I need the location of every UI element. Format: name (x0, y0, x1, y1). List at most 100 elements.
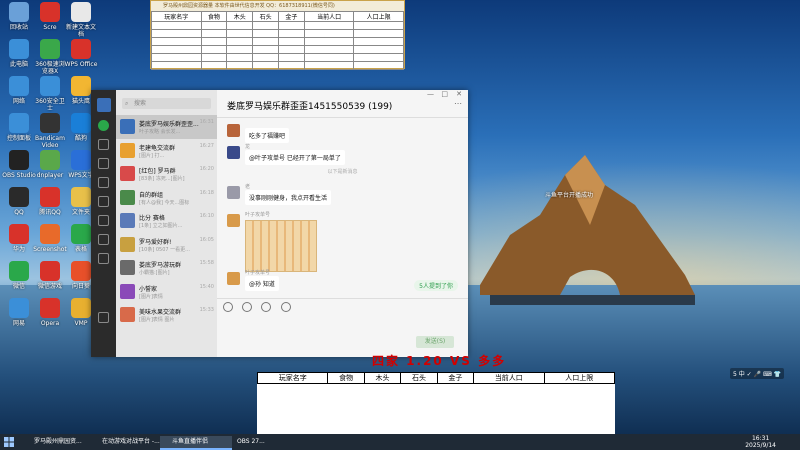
taskbar-app[interactable]: 在动游戏对战平台 -... (90, 436, 168, 448)
table-cell (353, 61, 404, 70)
avatar[interactable] (96, 98, 111, 112)
clock[interactable]: 16:31 2025/9/14 (745, 435, 776, 449)
desktop-icon[interactable]: QQ (2, 187, 36, 216)
star-icon[interactable] (98, 158, 109, 169)
minimize-icon[interactable]: — (427, 90, 434, 98)
desktop-icon[interactable]: 回收站 (2, 2, 36, 31)
avatar (120, 213, 135, 228)
gear-icon[interactable] (98, 234, 109, 245)
table-cell (226, 61, 254, 70)
desktop-icon[interactable]: 控制面板 (2, 113, 36, 142)
message-bubble: @孙 知道 (245, 276, 279, 291)
apps-icon[interactable] (98, 253, 109, 264)
conversation-time: 15:58 (199, 260, 214, 266)
message-input[interactable] (217, 313, 468, 357)
conversation-item[interactable]: 自的群组 [有人@我] 今天...图标 16:18 (116, 186, 217, 210)
desktop-icon[interactable]: Screenshot (33, 224, 67, 253)
folder-icon[interactable] (242, 302, 253, 312)
mention-tag[interactable]: 5人提到了你 (414, 280, 458, 291)
avatar[interactable] (227, 214, 240, 227)
desktop-icon[interactable]: dnplayer (33, 150, 67, 179)
desktop-icon[interactable]: Scre (33, 2, 67, 31)
conversation-item[interactable]: 老建龟交流群 [图片] 打... 16:27 (116, 139, 217, 163)
qq-icon (9, 187, 29, 207)
desktop-icon[interactable]: 微信 (2, 261, 36, 290)
desktop-icon[interactable]: WPS Office (64, 39, 98, 68)
taskbar-app[interactable]: 罗马殿州鼎园资... (22, 436, 98, 448)
avatar[interactable] (227, 124, 240, 137)
desktop-icon[interactable]: 网易 (2, 298, 36, 327)
table-cell (151, 21, 202, 30)
table-cell (303, 29, 355, 38)
resource-window-bottom[interactable]: 玩家名字 食物 木头 石头 金子 当前人口 人口上限 (256, 372, 616, 434)
messages-icon[interactable] (98, 120, 109, 131)
desktop-icon[interactable]: OBS Studio (2, 150, 36, 179)
conversation-name: 比分 赛格 (139, 215, 165, 222)
desktop-icon-label: QQ (14, 209, 24, 216)
conversation-preview: [有人@我] 今天...图标 (139, 199, 190, 206)
send-button[interactable]: 发送(S) (416, 336, 454, 348)
message-image[interactable] (245, 220, 317, 272)
conversation-preview: 小霸猫:[图片] (139, 270, 170, 276)
desktop-icon[interactable]: Opera (33, 298, 67, 327)
desktop-icon[interactable]: 360极速浏览器X (33, 39, 67, 75)
resource-window-top[interactable]: 罗马殿州鼎园资源器量 本软件由世代信息开发 QQ：6187318911(微信号同… (150, 0, 405, 70)
conversation-item[interactable]: 罗马爱好群! [10条] 0507 一看更... 16:05 (116, 233, 217, 257)
conversation-item[interactable]: 比分 赛格 [1条] 立之如图片... 16:10 (116, 209, 217, 233)
ime-toolbar[interactable]: 5 中 ✓ 🎤 ⌨ 👕 (730, 368, 784, 379)
avatar[interactable] (227, 146, 240, 159)
table-cell (303, 21, 355, 30)
windows-start-icon[interactable] (4, 437, 14, 447)
desktop-icon-label: 此电脑 (9, 61, 28, 68)
cube-icon[interactable] (98, 196, 109, 207)
desktop-icon[interactable]: 网络 (2, 76, 36, 105)
avatar[interactable] (227, 186, 240, 199)
sender-name: 叶子攻单号 (245, 212, 271, 218)
sender-name: 龙 (245, 144, 251, 150)
conversation-item[interactable]: 娄底罗马娱乐群歪歪... 叶子攻略 会长发... 16:31 (116, 115, 217, 139)
search-input[interactable]: ⌕ 搜索 (122, 98, 211, 109)
table-row (151, 61, 404, 70)
avatar[interactable] (227, 272, 240, 285)
table-cell (226, 29, 254, 38)
table-row (151, 29, 404, 38)
desktop-icon[interactable]: 微信游戏 (33, 261, 67, 290)
conversation-item[interactable]: [红包] 罗马群 [83条] 冻死...[图片] 16:20 (116, 162, 217, 186)
folder-icon[interactable] (98, 177, 109, 188)
conversation-name: 自的群组 (139, 191, 164, 199)
maximize-icon[interactable]: □ (441, 90, 448, 98)
tencent-icon (40, 187, 60, 207)
conversation-preview: 叶子攻略 会长发... (139, 129, 181, 135)
contacts-icon[interactable] (98, 139, 109, 150)
desktop-icon-label: 回收站 (9, 24, 28, 31)
scissors-icon[interactable] (261, 302, 272, 312)
emoji-icon[interactable] (223, 302, 233, 312)
folder-icon (71, 187, 91, 207)
conversation-item[interactable]: 小誓家 [图片]表情 15:40 (116, 280, 217, 304)
conversation-name: [红包] 罗马群 (139, 168, 176, 175)
taskbar-app[interactable]: OBS 27... (225, 436, 277, 448)
game-icon[interactable] (98, 215, 109, 226)
desktop-icon[interactable]: 此电脑 (2, 39, 36, 68)
conversation-time: 16:18 (199, 189, 214, 196)
conversation-item[interactable]: 娄底罗马游玩群 小霸猫:[图片] 15:58 (116, 256, 217, 280)
desktop-icon[interactable]: 华为 (2, 224, 36, 253)
menu-icon[interactable] (98, 312, 109, 323)
conversation-name: 小誓家 (139, 285, 158, 293)
desktop-icon[interactable]: Bandicam Video (33, 113, 67, 149)
table-cell (200, 61, 228, 70)
chat-bubble-icon[interactable] (280, 302, 291, 312)
close-icon[interactable]: ✕ (456, 90, 462, 98)
taskbar: 罗马殿州鼎园资... 在动游戏对战平台 -... 斗鱼直播伴侣 OBS 27... 1… (0, 434, 800, 450)
desktop-icon[interactable]: 腾讯QQ (33, 187, 67, 216)
qq-chat-window[interactable]: ⌕ 搜索 娄底罗马娱乐群歪歪... 叶子攻略 会长发... 16:31 老建龟交流群[… (91, 90, 468, 357)
desktop-icon-label: 360安全卫士 (35, 98, 65, 112)
resource-window-title: 罗马殿州鼎园资源器量 本软件由世代信息开发 QQ：6187318911(微信号同… (151, 1, 404, 11)
desktop-icon[interactable]: 新建文本文档 (64, 2, 98, 38)
desktop-icon-label: Bandicam Video (35, 135, 65, 149)
more-icon[interactable]: ⋯ (454, 99, 462, 108)
taskbar-app[interactable]: 斗鱼直播伴侣 (160, 436, 232, 450)
conversation-item[interactable]: 美味水果交流群 [图片]表情 图片 15:33 (116, 303, 217, 327)
table-cell (277, 29, 305, 38)
desktop-icon[interactable]: 360安全卫士 (33, 76, 67, 112)
